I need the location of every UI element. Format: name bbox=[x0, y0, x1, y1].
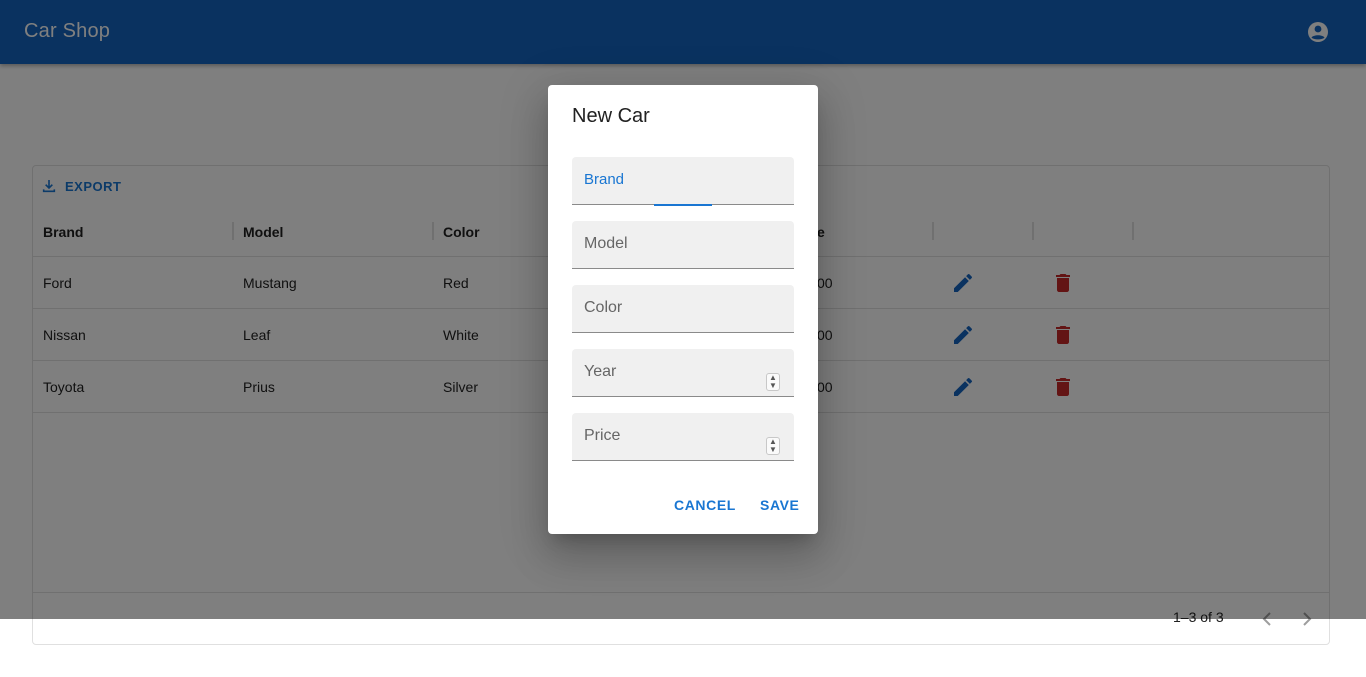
field-label: Brand bbox=[584, 171, 625, 188]
field-label: Price bbox=[584, 427, 621, 444]
dialog-title: New Car bbox=[572, 105, 650, 127]
cancel-button[interactable]: CANCEL bbox=[674, 497, 736, 513]
year-field[interactable]: Year ▲ ▼ bbox=[572, 349, 794, 397]
model-field[interactable]: Model bbox=[572, 221, 794, 269]
field-label: Year bbox=[584, 363, 617, 380]
year-stepper[interactable]: ▲ ▼ bbox=[766, 373, 780, 391]
field-label: Color bbox=[584, 299, 623, 316]
save-button[interactable]: SAVE bbox=[760, 497, 800, 513]
new-car-dialog: New Car Brand Model Color Year ▲ ▼ Price … bbox=[548, 85, 818, 534]
field-label: Model bbox=[584, 235, 628, 252]
price-stepper[interactable]: ▲ ▼ bbox=[766, 437, 780, 455]
brand-field[interactable]: Brand bbox=[572, 157, 794, 206]
price-field[interactable]: Price ▲ ▼ bbox=[572, 413, 794, 461]
focus-underline bbox=[654, 204, 712, 206]
color-field[interactable]: Color bbox=[572, 285, 794, 333]
